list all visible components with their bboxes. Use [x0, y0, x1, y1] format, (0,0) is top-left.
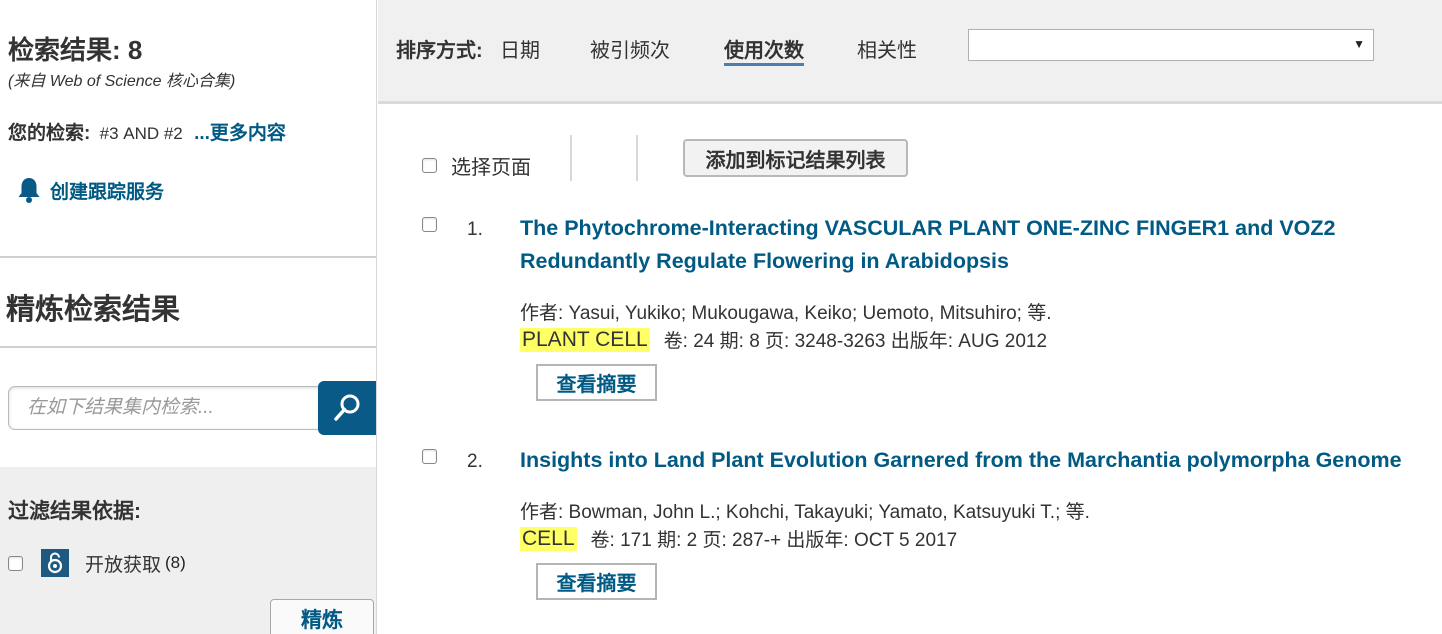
open-access-count: (8) [165, 553, 186, 572]
select-page-label: 选择页面 [451, 157, 531, 179]
view-abstract-button[interactable]: 查看摘要 [536, 563, 657, 600]
results-toolbar: 选择页面 添加到标记结果列表 [378, 135, 1442, 183]
results-heading: 检索结果: 8 [8, 30, 142, 67]
journal-name: PLANT CELL [520, 327, 650, 352]
your-search-label: 您的检索: [8, 123, 91, 144]
record-title-link[interactable]: Insights into Land Plant Evolution Garne… [520, 444, 1430, 477]
divider [570, 135, 572, 181]
create-alert-label: 创建跟踪服务 [50, 181, 165, 203]
your-search: 您的检索: #3 AND #2 ...更多内容 [8, 118, 286, 145]
record-checkbox[interactable] [422, 217, 437, 232]
record-number: 1. [467, 219, 483, 240]
select-page-checkbox[interactable] [422, 158, 437, 173]
sort-option-times-cited[interactable]: 被引频次 [590, 34, 670, 63]
record-meta: 卷: 24 期: 8 页: 3248-3263 出版年: AUG 2012 [663, 331, 1048, 352]
refine-button[interactable]: 精炼 [270, 599, 374, 634]
sort-option-date[interactable]: 日期 [500, 34, 540, 63]
add-to-marked-list-button[interactable]: 添加到标记结果列表 [683, 139, 908, 177]
refine-title: 精炼检索结果 [6, 294, 181, 326]
results-label: 检索结果: [8, 35, 121, 65]
sidebar: 检索结果: 8 (来自 Web of Science 核心合集) 您的检索: #… [0, 0, 377, 634]
record-number: 2. [467, 451, 483, 472]
sort-select[interactable]: ▼ [968, 29, 1374, 61]
filter-open-access: 开放获取 (8) [8, 549, 186, 577]
record-authors: 作者: Yasui, Yukiko; Mukougawa, Keiko; Uem… [520, 303, 1052, 324]
filter-title: 过滤结果依据: [8, 500, 141, 523]
results-source: (来自 Web of Science 核心合集) [8, 73, 236, 90]
create-alert-link[interactable]: 创建跟踪服务 [16, 176, 164, 204]
more-link[interactable]: ...更多内容 [194, 123, 286, 144]
magnifier-icon [334, 394, 360, 421]
search-within-input[interactable] [9, 387, 319, 429]
record-source: CELL 卷: 171 期: 2 页: 287-+ 出版年: OCT 5 201… [520, 525, 957, 552]
filter-section: 过滤结果依据: 开放获取 (8) 精炼 [0, 467, 376, 634]
open-access-checkbox[interactable] [8, 555, 23, 571]
refine-section: 精炼检索结果 [0, 256, 376, 348]
bell-icon [18, 178, 40, 203]
view-abstract-button[interactable]: 查看摘要 [536, 364, 657, 401]
results-count: 8 [127, 35, 143, 65]
sort-bar: 排序方式: 日期 被引频次 使用次数 相关性 ▼ [378, 0, 1442, 104]
open-access-label: 开放获取 [85, 554, 162, 576]
record-authors: 作者: Bowman, John L.; Kohchi, Takayuki; Y… [520, 502, 1090, 523]
search-within-box [8, 386, 320, 430]
sort-option-relevance[interactable]: 相关性 [857, 34, 917, 63]
record-meta: 卷: 171 期: 2 页: 287-+ 出版年: OCT 5 2017 [590, 530, 958, 551]
open-access-icon [41, 549, 69, 577]
sort-label: 排序方式: [396, 40, 483, 62]
journal-name: CELL [520, 526, 577, 551]
sort-option-usage-count[interactable]: 使用次数 [724, 34, 804, 66]
record-title-link[interactable]: The Phytochrome-Interacting VASCULAR PLA… [520, 212, 1420, 278]
divider [636, 135, 638, 181]
record-checkbox[interactable] [422, 449, 437, 464]
search-button[interactable] [318, 381, 376, 435]
your-search-query: #3 AND #2 [99, 124, 183, 143]
chevron-down-icon: ▼ [1353, 37, 1365, 51]
record-source: PLANT CELL 卷: 24 期: 8 页: 3248-3263 出版年: … [520, 326, 1047, 353]
select-page: 选择页面 [422, 151, 531, 180]
